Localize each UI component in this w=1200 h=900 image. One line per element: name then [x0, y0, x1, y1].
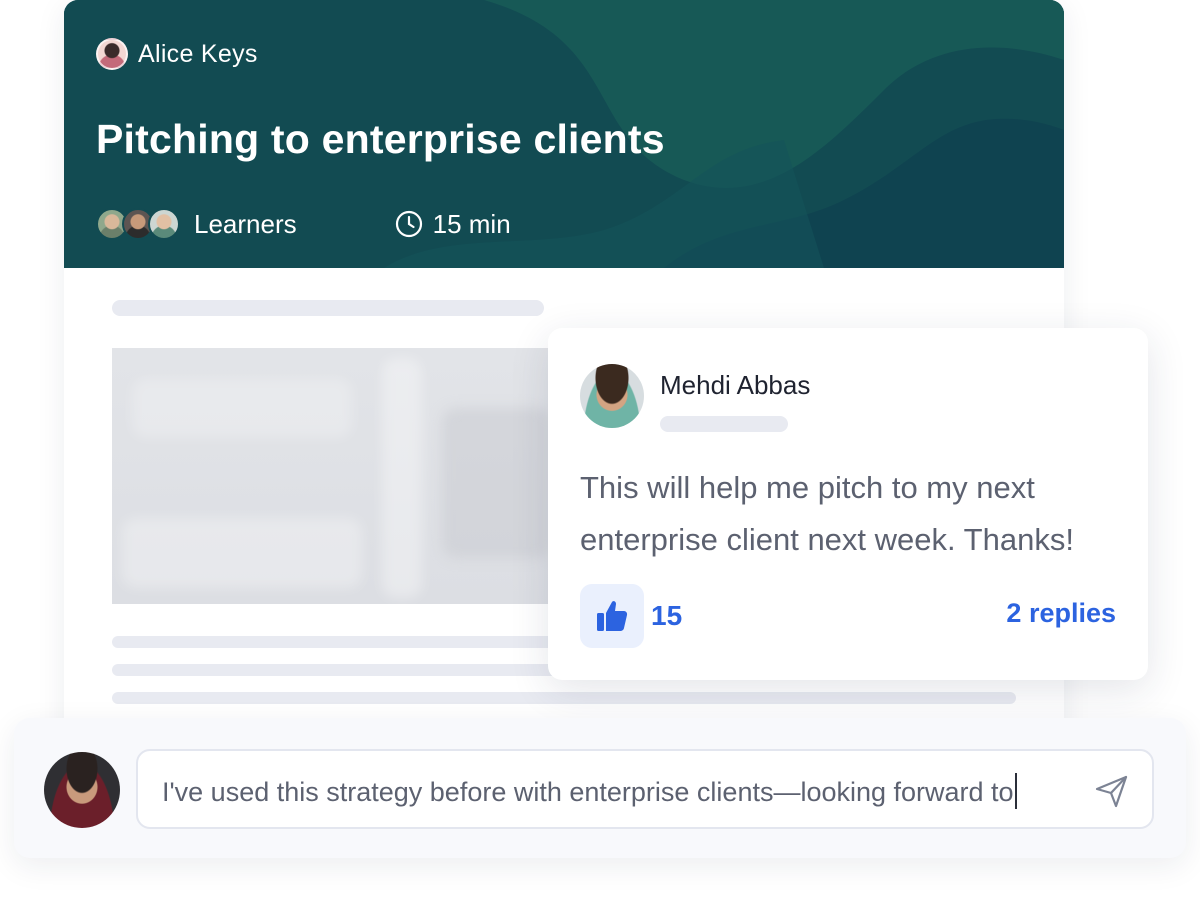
placeholder-line: [112, 664, 592, 676]
comment-card: Mehdi Abbas This will help me pitch to m…: [548, 328, 1148, 680]
current-user-avatar: [44, 752, 120, 828]
placeholder-line: [112, 692, 1016, 704]
course-meta: Learners 15 min: [96, 208, 511, 240]
content-media-placeholder: [112, 348, 592, 604]
reply-input-value: I've used this strategy before with ente…: [162, 773, 1017, 809]
comment-meta-placeholder: [660, 416, 788, 432]
commenter-name[interactable]: Mehdi Abbas: [660, 370, 810, 401]
course-hero: Alice Keys Pitching to enterprise client…: [64, 0, 1064, 268]
placeholder-heading: [112, 300, 544, 316]
commenter-avatar[interactable]: [580, 364, 644, 428]
learner-avatars[interactable]: [96, 208, 180, 240]
placeholder-line: [112, 636, 592, 648]
learners-label: Learners: [194, 208, 297, 239]
course-duration: 15 min: [395, 209, 511, 240]
course-title: Pitching to enterprise clients: [96, 116, 665, 162]
author-name: Alice Keys: [138, 39, 258, 68]
learner-avatar: [148, 208, 180, 240]
author-avatar: [96, 38, 128, 70]
like-button[interactable]: [580, 584, 644, 648]
course-author[interactable]: Alice Keys: [96, 38, 258, 70]
reply-input[interactable]: I've used this strategy before with ente…: [136, 749, 1154, 829]
replies-link[interactable]: 2 replies: [1006, 598, 1116, 629]
send-icon[interactable]: [1092, 771, 1132, 811]
thumbs-up-icon: [597, 601, 628, 631]
clock-icon: [395, 210, 422, 238]
reply-composer: I've used this strategy before with ente…: [14, 718, 1186, 858]
duration-text: 15 min: [432, 208, 511, 239]
comment-text: This will help me pitch to my next enter…: [580, 470, 1074, 557]
like-count: 15: [651, 600, 683, 631]
text-caret: [1014, 773, 1017, 809]
